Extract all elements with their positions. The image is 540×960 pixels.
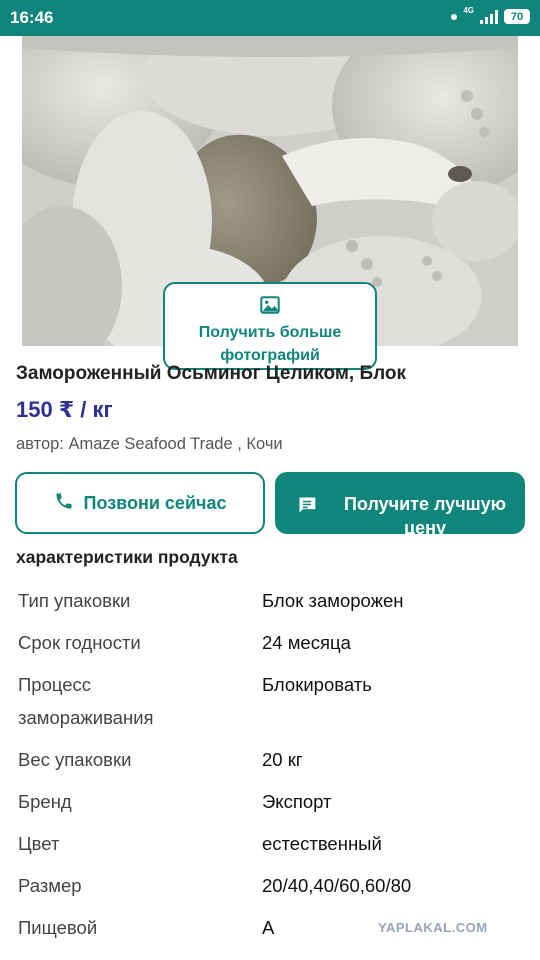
status-time: 16:46 (10, 8, 54, 27)
spec-value: 24 месяца (262, 632, 351, 653)
spec-value: 20 кг (262, 749, 303, 770)
call-now-label: Позвони сейчас (83, 492, 227, 513)
product-price: 150 ₹ / кг (16, 397, 113, 422)
specs-section-title: характеристики продукта (16, 547, 238, 567)
spec-value: Блок заморожен (262, 590, 404, 611)
spec-value: естественный (262, 833, 382, 854)
spec-key: Бренд (18, 791, 72, 812)
more-photos-label: Получить больше фотографий (198, 324, 342, 364)
status-bar: 16:46 4G 70 (0, 0, 540, 36)
phone-icon (54, 491, 74, 516)
message-icon (297, 495, 317, 520)
image-icon (165, 294, 375, 321)
notification-dot-icon (451, 13, 458, 20)
spec-key: Пищевой (18, 917, 98, 938)
spec-value: Экспорт (262, 791, 332, 812)
product-title: Замороженный Осьминог Целиком, Блок (16, 363, 407, 384)
get-best-price-label: Получите лучшую цену (343, 494, 507, 534)
spec-key: Цвет (18, 833, 60, 854)
spec-key: Размер (18, 875, 82, 896)
spec-value: 20/40,40/60,60/80 (262, 875, 412, 896)
watermark: YAPLAKAL.COM (378, 920, 488, 935)
get-best-price-button[interactable]: Получите лучшую цену (275, 472, 525, 534)
spec-key: Тип упаковки (18, 590, 131, 611)
battery-icon: 70 (504, 9, 530, 24)
spec-key: Срок годности (18, 632, 141, 653)
status-icons: 4G 70 (451, 6, 530, 24)
more-photos-button[interactable]: Получить больше фотографий (163, 282, 377, 370)
spec-value: Блокировать (262, 674, 372, 695)
signal-icon (480, 9, 498, 24)
spec-key: Процесс замораживания (18, 674, 154, 728)
network-type: 4G (463, 6, 474, 15)
seller-info[interactable]: автор: Amaze Seafood Trade , Кочи (16, 435, 283, 454)
call-now-button[interactable]: Позвони сейчас (15, 472, 265, 534)
spec-key: Вес упаковки (18, 749, 132, 770)
